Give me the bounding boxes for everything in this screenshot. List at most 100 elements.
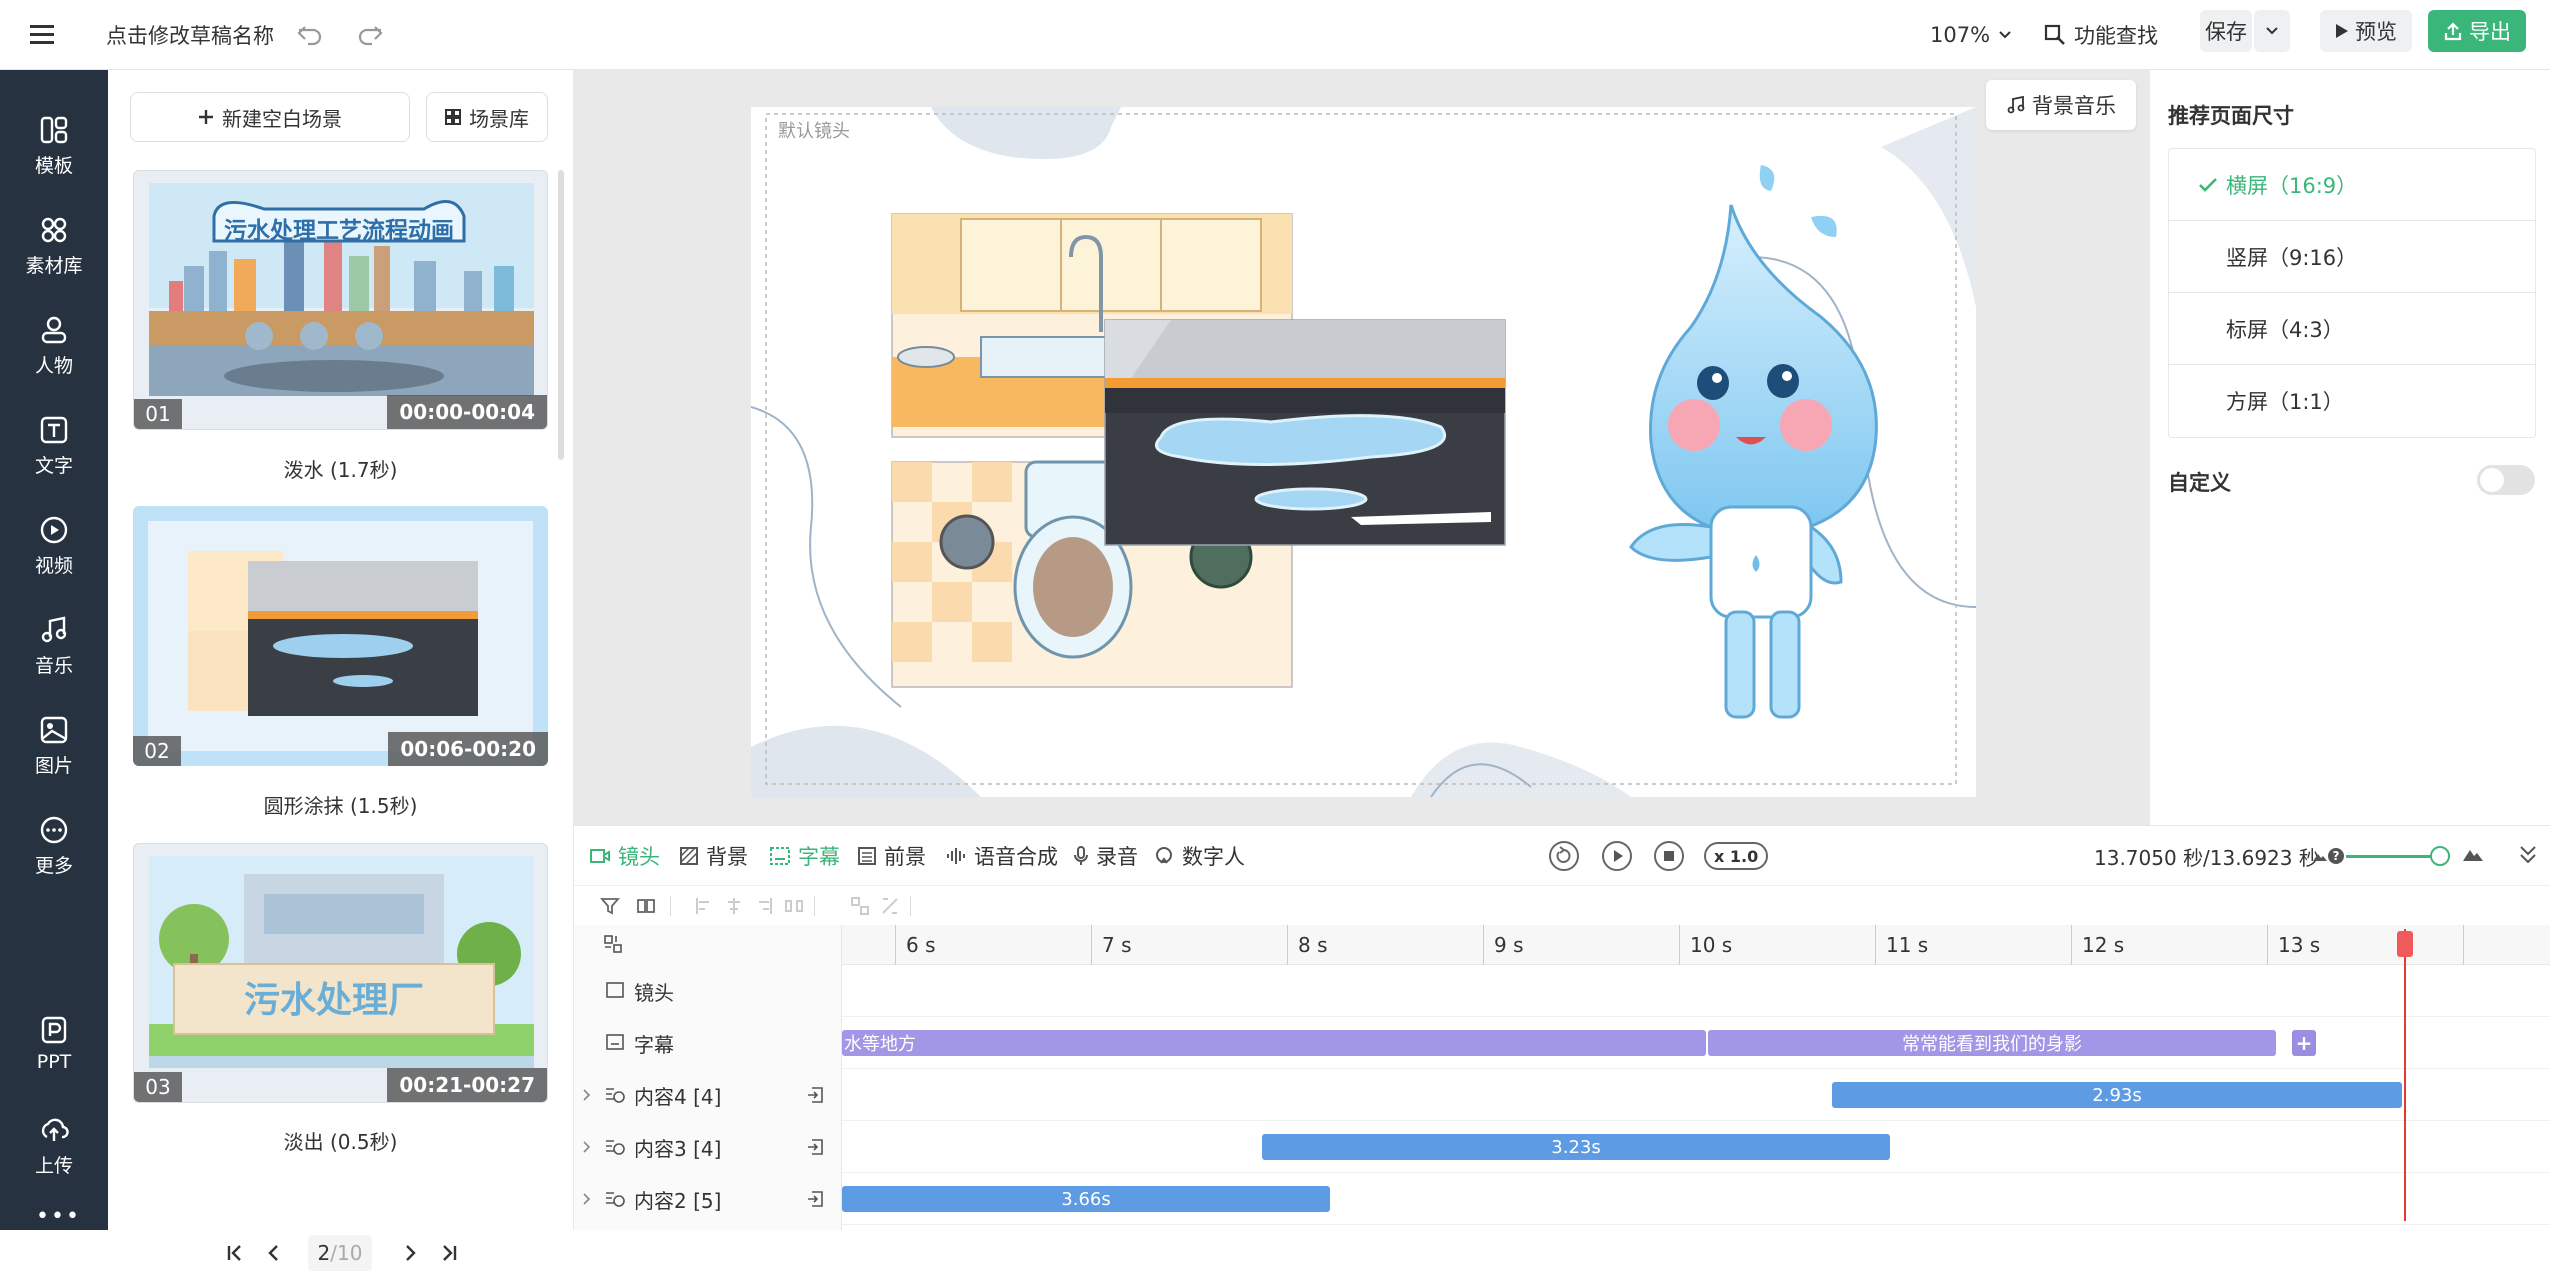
rail-item-ppt[interactable]: PPT bbox=[0, 1015, 108, 1105]
undo-icon[interactable] bbox=[296, 0, 324, 70]
rail-item-text[interactable]: 文字 bbox=[0, 415, 108, 505]
content3-clip[interactable]: 3.23s bbox=[1262, 1134, 1890, 1160]
preview-button[interactable]: 预览 bbox=[2320, 10, 2412, 52]
redo-icon[interactable] bbox=[356, 0, 384, 70]
scene-thumbnail-3[interactable]: 污水处理厂 03 00:21-00:27 bbox=[133, 843, 548, 1103]
check-icon bbox=[2199, 178, 2217, 192]
prev-page-icon[interactable] bbox=[266, 1243, 280, 1263]
size-option-landscape[interactable]: 横屏（16:9） bbox=[2168, 149, 2536, 221]
subtitle-clip[interactable]: 常常能看到我们的身影 bbox=[1708, 1030, 2276, 1056]
tab-background[interactable]: 背景 bbox=[680, 826, 748, 886]
scene-thumbnail-2[interactable]: 02 00:06-00:20 bbox=[133, 506, 548, 766]
distribute-icon[interactable] bbox=[784, 896, 804, 916]
align-left-icon[interactable] bbox=[694, 896, 714, 916]
playback-speed[interactable]: x 1.0 bbox=[1704, 842, 1769, 870]
rail-item-upload[interactable]: 上传 bbox=[0, 1115, 108, 1205]
stop-icon[interactable] bbox=[1654, 841, 1684, 871]
background-music-button[interactable]: 背景音乐 bbox=[1986, 80, 2136, 130]
zoom-select[interactable]: 107% bbox=[1930, 0, 2012, 70]
export-button[interactable]: 导出 bbox=[2428, 10, 2526, 52]
scene-thumbnail-1[interactable]: 污水处理工艺流程动画 01 00:00-00:04 bbox=[133, 170, 548, 430]
expand-chevron-icon[interactable] bbox=[582, 1192, 592, 1206]
menu-icon[interactable] bbox=[30, 0, 56, 70]
rail-item-image[interactable]: 图片 bbox=[0, 715, 108, 805]
size-option-label: 标屏（4:3） bbox=[2226, 317, 2344, 342]
align-right-icon[interactable] bbox=[754, 896, 774, 916]
tab-shot[interactable]: 镜头 bbox=[590, 826, 660, 886]
rail-item-material[interactable]: 素材库 bbox=[0, 215, 108, 305]
draft-name[interactable]: 点击修改草稿名称 bbox=[106, 0, 274, 70]
timeline-zoom-slider[interactable] bbox=[2346, 855, 2442, 858]
svg-text:?: ? bbox=[2332, 849, 2339, 863]
subtitle-clip[interactable]: 水等地方 bbox=[842, 1030, 1706, 1056]
new-blank-scene-button[interactable]: 新建空白场景 bbox=[130, 92, 410, 142]
zoom-in-icon[interactable] bbox=[2462, 846, 2484, 862]
last-page-icon[interactable] bbox=[440, 1243, 458, 1263]
track-labels: 镜头 字幕 内容4 [4] 内容3 [4] 内容2 [5] bbox=[574, 925, 842, 1230]
track-row-subtitle[interactable]: 字幕 bbox=[574, 1017, 842, 1069]
scene-library-button[interactable]: 场景库 bbox=[426, 92, 548, 142]
save-button[interactable]: 保存 bbox=[2200, 10, 2252, 52]
align-center-icon[interactable] bbox=[724, 896, 744, 916]
rail-item-more[interactable]: 更多 bbox=[0, 815, 108, 905]
track-row-shot[interactable]: 镜头 bbox=[574, 965, 842, 1017]
track-lane-shot bbox=[842, 965, 2550, 1017]
rail-overflow-dots[interactable]: ••• bbox=[36, 1204, 81, 1229]
timeline-tools bbox=[574, 885, 2550, 925]
tab-tts[interactable]: 语音合成 bbox=[946, 826, 1058, 886]
filter-icon[interactable] bbox=[600, 896, 620, 916]
track-row-content3[interactable]: 内容3 [4] bbox=[574, 1121, 842, 1173]
playhead-line[interactable] bbox=[2404, 929, 2406, 1221]
add-subtitle-button[interactable]: + bbox=[2292, 1030, 2316, 1056]
content2-clip[interactable]: 3.66s bbox=[842, 1186, 1330, 1212]
track-settings-icon[interactable] bbox=[604, 935, 622, 953]
template-icon bbox=[40, 116, 68, 144]
help-icon[interactable]: ? bbox=[2327, 847, 2345, 865]
enter-layer-icon[interactable] bbox=[806, 1086, 824, 1104]
first-page-icon[interactable] bbox=[226, 1243, 244, 1263]
tab-subtitle[interactable]: 字幕 bbox=[770, 826, 840, 886]
zoom-slider-handle[interactable] bbox=[2430, 846, 2450, 866]
scene-scrollbar[interactable] bbox=[558, 170, 564, 460]
group-icon[interactable] bbox=[850, 896, 870, 916]
ruler-tick bbox=[2463, 925, 2474, 965]
scene-3-banner: 污水处理厂 bbox=[243, 980, 424, 1021]
rail-label: 上传 bbox=[34, 1155, 73, 1177]
collapse-timeline-icon[interactable] bbox=[2518, 844, 2538, 866]
rail-item-template[interactable]: 模板 bbox=[0, 115, 108, 205]
custom-size-toggle[interactable] bbox=[2477, 465, 2535, 495]
size-option-standard[interactable]: 标屏（4:3） bbox=[2168, 293, 2536, 365]
search-icon bbox=[2044, 24, 2065, 45]
rail-item-video[interactable]: 视频 bbox=[0, 515, 108, 605]
track-label: 内容3 [4] bbox=[634, 1136, 722, 1161]
next-page-icon[interactable] bbox=[404, 1243, 418, 1263]
expand-chevron-icon[interactable] bbox=[582, 1088, 592, 1102]
expand-chevron-icon[interactable] bbox=[582, 1140, 592, 1154]
subtitle-icon bbox=[606, 1034, 624, 1050]
video-icon bbox=[40, 516, 68, 544]
replay-icon[interactable] bbox=[1549, 841, 1579, 871]
ungroup-icon[interactable] bbox=[880, 896, 900, 916]
rail-item-music[interactable]: 音乐 bbox=[0, 615, 108, 705]
stage[interactable]: 默认镜头 bbox=[751, 107, 1976, 797]
rail-item-person[interactable]: 人物 bbox=[0, 315, 108, 405]
text-icon bbox=[40, 416, 68, 444]
content4-clip[interactable]: 2.93s bbox=[1832, 1082, 2402, 1108]
playhead-handle[interactable] bbox=[2397, 931, 2413, 957]
page-indicator[interactable]: 2/10 bbox=[308, 1235, 372, 1271]
zoom-out-icon[interactable] bbox=[2312, 850, 2328, 862]
feature-search-button[interactable]: 功能查找 bbox=[2044, 0, 2158, 70]
track-row-content4[interactable]: 内容4 [4] bbox=[574, 1069, 842, 1121]
tab-record[interactable]: 录音 bbox=[1074, 826, 1138, 886]
tab-digital-human[interactable]: 数字人 bbox=[1154, 826, 1245, 886]
track-row-content2[interactable]: 内容2 [5] bbox=[574, 1173, 842, 1225]
size-option-square[interactable]: 方屏（1:1） bbox=[2168, 365, 2536, 437]
save-dropdown[interactable] bbox=[2254, 10, 2290, 52]
enter-layer-icon[interactable] bbox=[806, 1138, 824, 1156]
enter-layer-icon[interactable] bbox=[806, 1190, 824, 1208]
timeline-ruler[interactable]: 6 s 7 s 8 s 9 s 10 s 11 s 12 s 13 s bbox=[842, 925, 2550, 965]
size-option-portrait[interactable]: 竖屏（9:16） bbox=[2168, 221, 2536, 293]
play-icon[interactable] bbox=[1602, 841, 1632, 871]
tab-foreground[interactable]: 前景 bbox=[858, 826, 926, 886]
split-icon[interactable] bbox=[636, 896, 656, 916]
